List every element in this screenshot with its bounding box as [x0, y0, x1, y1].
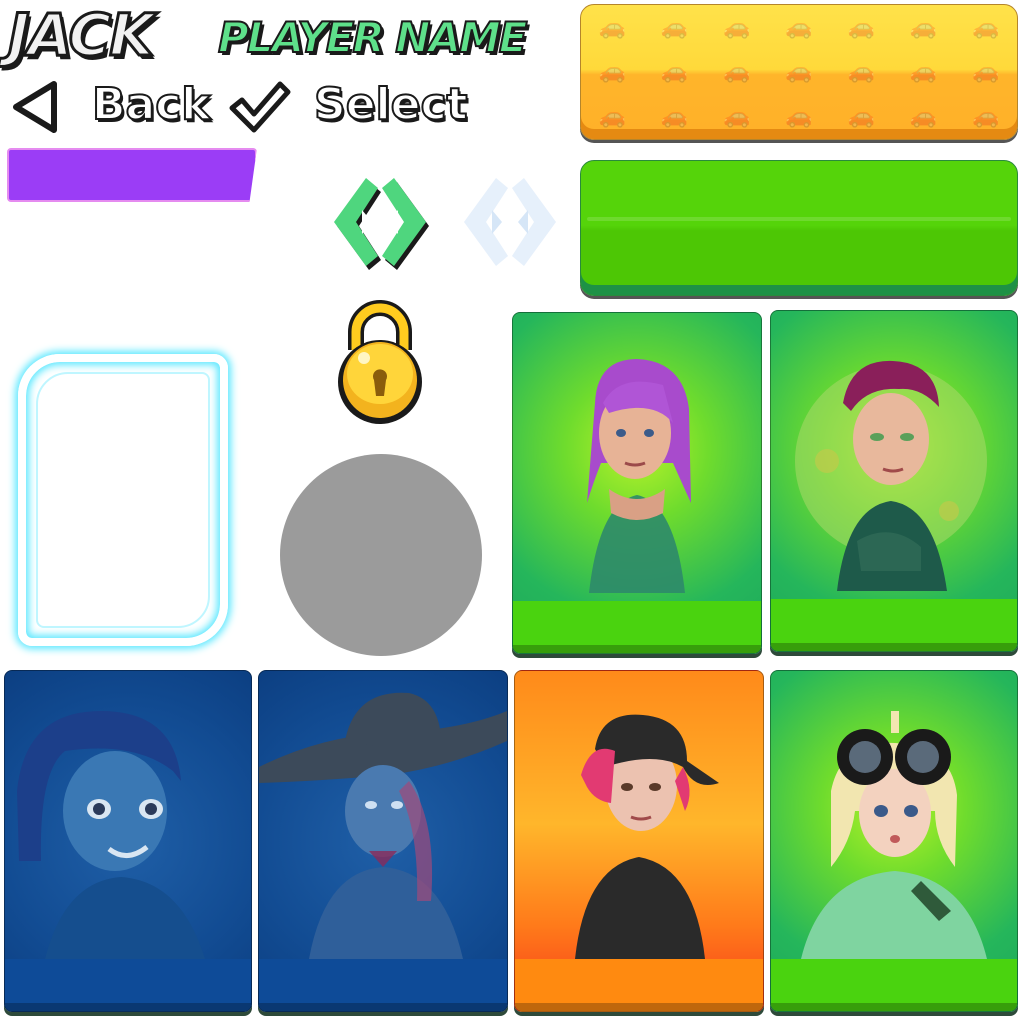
character-portrait — [17, 711, 205, 959]
character-card[interactable] — [770, 310, 1018, 652]
padlock-icon — [338, 300, 422, 424]
character-portrait — [259, 692, 507, 959]
name-input-bar[interactable] — [7, 148, 257, 202]
character-card[interactable] — [514, 670, 764, 1012]
checkmark-icon — [229, 81, 291, 133]
avatar-placeholder — [280, 454, 482, 656]
character-card[interactable] — [4, 670, 252, 1012]
character-card[interactable] — [770, 670, 1018, 1012]
selection-frame[interactable] — [18, 354, 228, 646]
green-button-panel[interactable] — [580, 160, 1018, 296]
triangle-left-icon — [13, 81, 57, 133]
back-label: Back — [91, 78, 212, 131]
yellow-button-panel[interactable]: 🚗 🚗 🚗 🚗 🚗 🚗 🚗 🚗 🚗 🚗 🚗 🚗 🚗 🚗 🚗 🚗 🚗 🚗 🚗 🚗 🚗 — [580, 4, 1018, 140]
car-pattern: 🚗 🚗 🚗 🚗 🚗 🚗 🚗 🚗 🚗 🚗 🚗 🚗 🚗 🚗 🚗 🚗 🚗 🚗 🚗 🚗 🚗 — [598, 14, 1000, 130]
character-card[interactable] — [512, 312, 762, 654]
select-label: Select — [313, 78, 469, 131]
character-portrait — [587, 359, 691, 593]
character-portrait — [801, 711, 987, 959]
character-card[interactable] — [258, 670, 508, 1012]
character-portrait — [795, 360, 987, 591]
swap-arrows-disabled-icon — [464, 178, 556, 266]
hero-name: JACK — [6, 0, 155, 71]
swap-arrows-icon[interactable] — [326, 176, 446, 276]
character-portrait — [575, 714, 719, 959]
player-name-label: PLAYER NAME — [217, 12, 528, 63]
